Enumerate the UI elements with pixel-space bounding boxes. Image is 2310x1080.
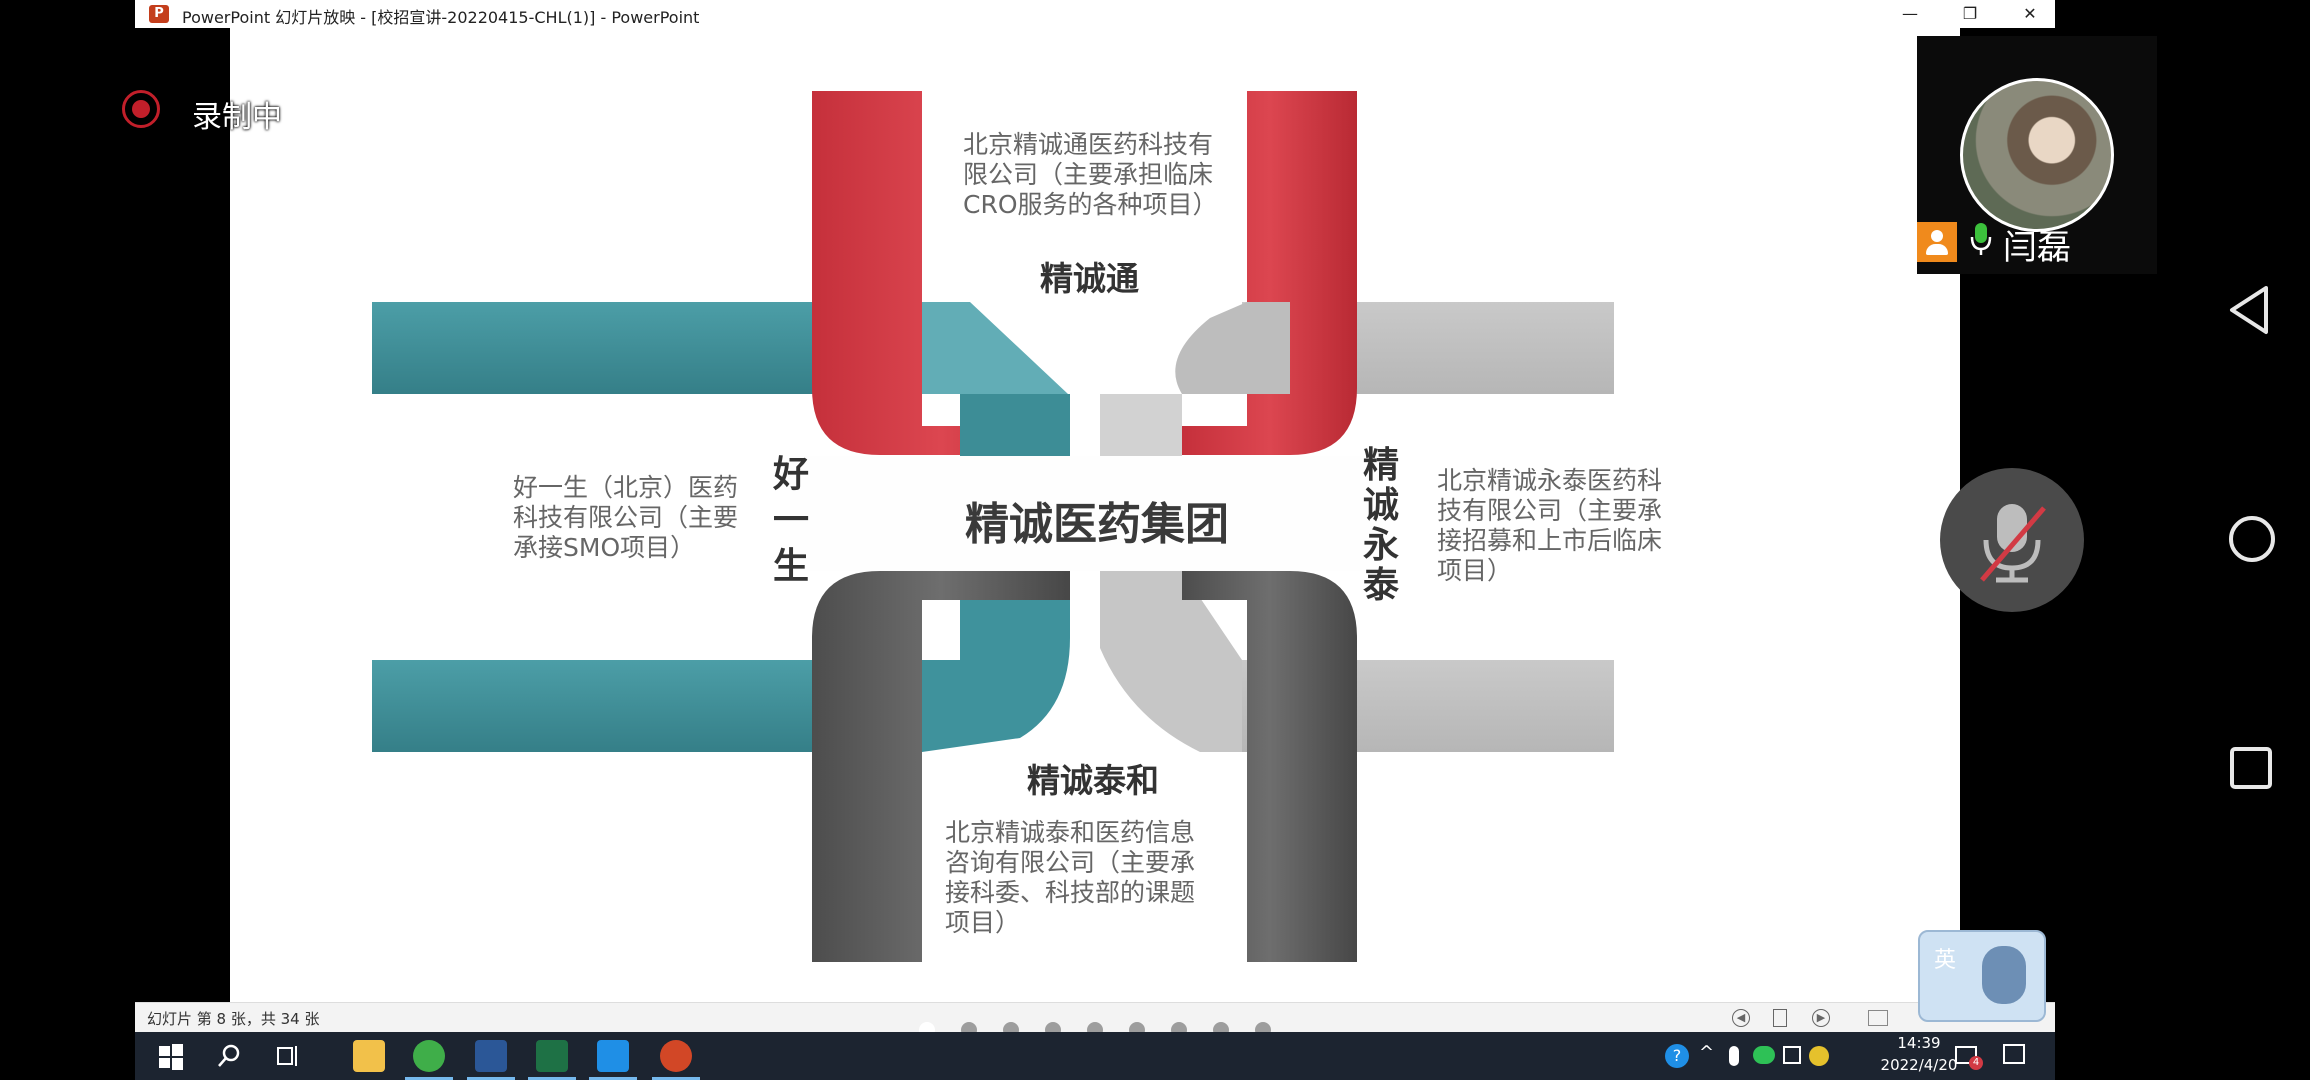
home-nav-icon[interactable] bbox=[2227, 514, 2277, 564]
tray-app-icon[interactable] bbox=[1809, 1046, 1829, 1066]
participant-avatar bbox=[1960, 78, 2114, 232]
desc-line: 项目） bbox=[1437, 556, 1513, 585]
clock-date[interactable]: 2022/4/20 bbox=[1879, 1056, 1959, 1074]
heading-char: 泰 bbox=[1362, 565, 1399, 606]
center-title: 精诚医药集团 bbox=[965, 499, 1229, 550]
next-slide-icon[interactable]: ▶ bbox=[1812, 1009, 1830, 1027]
ime-mascot-icon bbox=[1982, 946, 2026, 1004]
wechat-icon[interactable] bbox=[1753, 1046, 1775, 1064]
notification-badge: 4 bbox=[1969, 1056, 1983, 1070]
microphone-tray-icon[interactable] bbox=[1729, 1046, 1739, 1066]
bottom-company-heading: 精诚泰和 bbox=[1027, 761, 1159, 800]
help-icon[interactable]: ? bbox=[1665, 1044, 1689, 1068]
desc-line: 限公司（主要承担临床 bbox=[963, 160, 1214, 189]
participant-video-tile[interactable]: 闫磊 bbox=[1917, 36, 2157, 274]
minimize-button[interactable]: — bbox=[1890, 0, 1930, 28]
bottom-company-description: 北京精诚泰和医药信息 咨询有限公司（主要承 接科委、科技部的课题 项目） bbox=[945, 818, 1195, 938]
desc-line: 好一生（北京）医药 bbox=[513, 473, 739, 502]
desc-line: 接科委、科技部的课题 bbox=[945, 878, 1196, 907]
heading-char: 诚 bbox=[1362, 485, 1399, 526]
heading-char: 生 bbox=[772, 546, 809, 587]
heading-char: 永 bbox=[1362, 525, 1399, 566]
top-company-heading: 精诚通 bbox=[1040, 259, 1139, 298]
file-explorer-icon[interactable] bbox=[353, 1040, 385, 1072]
desc-line: 接招募和上市后临床 bbox=[1437, 526, 1663, 555]
clock-time[interactable]: 14:39 bbox=[1879, 1034, 1959, 1052]
maximize-button[interactable]: ❐ bbox=[1950, 0, 1990, 28]
recording-icon bbox=[122, 90, 160, 128]
back-nav-icon[interactable] bbox=[2228, 285, 2270, 335]
powerpoint-app-icon: P bbox=[149, 5, 169, 23]
search-icon[interactable] bbox=[213, 1040, 245, 1072]
left-company-description: 好一生（北京）医药 科技有限公司（主要 承接SMO项目） bbox=[513, 473, 738, 563]
excel-icon[interactable] bbox=[536, 1040, 568, 1072]
slide-canvas: 北京精诚通医药科技有 限公司（主要承担临床 CRO服务的各种项目） 精诚通 精诚… bbox=[230, 28, 1960, 1002]
desc-line: 北京精诚泰和医药信息 bbox=[945, 818, 1196, 847]
heading-char: 一 bbox=[772, 500, 809, 541]
left-company-heading: 好 一 生 bbox=[771, 452, 811, 590]
whiteboard-icon[interactable] bbox=[597, 1040, 629, 1072]
desc-line: 技有限公司（主要承 bbox=[1437, 496, 1663, 525]
start-icon[interactable] bbox=[155, 1040, 187, 1072]
top-company-description: 北京精诚通医药科技有 限公司（主要承担临床 CRO服务的各种项目） bbox=[963, 130, 1218, 220]
window-title: PowerPoint 幻灯片放映 - [校招宣讲-20220415-CHL(1)… bbox=[182, 8, 700, 27]
reading-view-icon[interactable] bbox=[1773, 1009, 1787, 1027]
powerpoint-icon[interactable] bbox=[660, 1040, 692, 1072]
right-company-heading: 精 诚 永 泰 bbox=[1361, 446, 1401, 606]
mic-muted-icon bbox=[1980, 504, 2046, 583]
slide-sorter-icon[interactable] bbox=[1868, 1010, 1888, 1026]
window-title-bar: P PowerPoint 幻灯片放映 - [校招宣讲-20220415-CHL(… bbox=[135, 0, 2055, 28]
desc-line: 咨询有限公司（主要承 bbox=[945, 848, 1196, 877]
slide-counter: 幻灯片 第 8 张，共 34 张 bbox=[147, 1010, 320, 1028]
recording-label: 录制中 bbox=[192, 100, 282, 135]
right-company-description: 北京精诚永泰医药科 技有限公司（主要承 接招募和上市后临床 项目） bbox=[1437, 466, 1662, 586]
desc-line: CRO服务的各种项目） bbox=[963, 190, 1218, 219]
chevron-up-icon[interactable]: ^ bbox=[1699, 1042, 1714, 1063]
word-icon[interactable] bbox=[475, 1040, 507, 1072]
screen-icon[interactable] bbox=[1783, 1046, 1801, 1064]
previous-slide-icon[interactable]: ◀ bbox=[1732, 1009, 1750, 1027]
person-icon bbox=[1917, 222, 1957, 262]
desc-line: 项目） bbox=[945, 908, 1021, 937]
task-view-icon[interactable] bbox=[271, 1040, 303, 1072]
desc-line: 北京精诚永泰医药科 bbox=[1437, 466, 1663, 495]
desc-line: 科技有限公司（主要 bbox=[513, 503, 739, 532]
teal-band-bottom bbox=[372, 660, 814, 752]
ime-floating-widget[interactable]: 英 bbox=[1918, 930, 2046, 1022]
close-button[interactable]: ✕ bbox=[2010, 0, 2050, 28]
action-center-icon[interactable] bbox=[2003, 1044, 2025, 1064]
heading-char: 精 bbox=[1362, 445, 1399, 486]
teal-band-top bbox=[372, 302, 814, 394]
heading-char: 好 bbox=[772, 454, 809, 495]
participant-name: 闫磊 bbox=[2003, 228, 2071, 268]
ime-language-label: 英 bbox=[1934, 948, 1957, 973]
recents-nav-icon[interactable] bbox=[2229, 746, 2273, 790]
browser-icon[interactable] bbox=[413, 1040, 445, 1072]
windows-taskbar: ? ^ 14:39 2022/4/20 4 bbox=[135, 1032, 2055, 1080]
mute-toggle-button[interactable] bbox=[1940, 468, 2084, 612]
desc-line: 北京精诚通医药科技有 bbox=[963, 130, 1214, 159]
mic-active-icon bbox=[1970, 223, 1992, 255]
desc-line: 承接SMO项目） bbox=[513, 533, 696, 562]
